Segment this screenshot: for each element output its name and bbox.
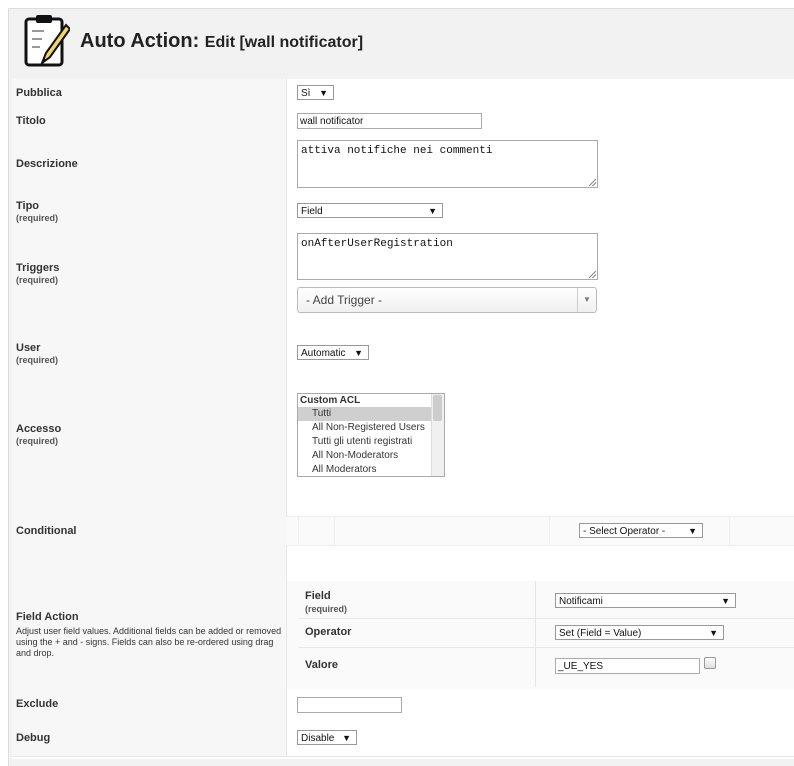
page-title: Auto Action: Edit [wall notificator] [80,30,363,53]
chevron-down-icon: ▼ [428,206,437,216]
debug-select[interactable]: Disable ▼ [297,730,357,745]
triggers-required: (required) [16,275,59,285]
column-divider [535,581,536,618]
list-item[interactable]: Tutti [298,407,444,421]
debug-value: Disable [301,733,335,744]
add-trigger-placeholder: - Add Trigger - [306,293,383,307]
operator-select[interactable]: - Select Operator - ▼ [579,523,703,538]
conditional-label: Conditional [16,525,77,537]
fa-row-field: Field (required) Notificami ▼ [299,581,794,619]
label-cell: Field Action Adjust user field values. A… [12,578,287,690]
title-main: Auto Action: [80,30,200,52]
row-exclude: Exclude [12,690,794,719]
listbox-group: Custom ACL [300,395,361,406]
list-item[interactable]: Tutti gli utenti registrati [298,435,444,449]
fa-field-select[interactable]: Notificami ▼ [555,593,736,608]
label-cell: Descrizione [12,135,287,193]
debug-label: Debug [16,732,51,744]
triggers-label: Triggers [16,262,60,274]
field-action-box: Field (required) Notificami ▼ Operator Se… [286,581,794,689]
conditional-cell [334,517,550,545]
conditional-cell [298,517,335,545]
listbox-scrollbar[interactable] [431,394,444,476]
scrollbar-thumb[interactable] [433,395,442,421]
chevron-down-icon: ▼ [721,596,730,606]
title-sub: Edit [wall notificator] [204,34,364,51]
label-cell: Accesso (required) [12,387,287,484]
field-action-description: Adjust user field values. Additional fie… [16,626,282,658]
pubblica-label: Pubblica [16,87,62,99]
chevron-down-icon: ▼ [577,288,596,312]
row-triggers: Triggers (required) onAfterUserRegistrat… [12,227,794,321]
fa-valore-label: Valore [305,659,339,671]
operator-placeholder: - Select Operator - [583,526,666,537]
clipboard-pencil-icon [24,15,70,67]
row-pubblica: Pubblica Sì ▼ [12,79,794,108]
chevron-down-icon: ▼ [688,526,697,536]
row-accesso: Accesso (required) Custom ACL Tutti All … [12,387,794,485]
tipo-value: Field [301,206,323,217]
list-item[interactable]: All Non-Registered Users [298,421,444,435]
row-titolo: Titolo wall notificator [12,107,794,136]
fa-field-required: (required) [305,604,348,614]
resize-grip-icon[interactable] [589,179,596,186]
user-select[interactable]: Automatic ▼ [297,345,369,360]
label-cell: Debug [12,718,287,756]
label-cell: User (required) [12,320,287,387]
add-trigger-select[interactable]: - Add Trigger - ▼ [297,287,597,313]
list-item[interactable]: All Moderators [298,463,444,476]
fa-field-value: Notificami [559,596,603,607]
label-cell: Triggers (required) [12,227,287,320]
user-required: (required) [16,355,59,365]
column-divider [535,618,536,647]
list-item[interactable]: All Non-Moderators [298,449,444,463]
exclude-label: Exclude [16,698,59,710]
conditional-cell [729,517,794,545]
descrizione-value: attiva notifiche nei commenti [301,145,493,157]
valore-checkbox[interactable] [704,657,716,669]
fa-field-label: Field [305,590,331,602]
pubblica-value: Sì [301,88,311,99]
fa-operator-select[interactable]: Set (Field = Value) ▼ [555,625,724,640]
fa-row-valore: Valore _UE_YES [299,647,794,687]
exclude-input[interactable] [297,697,402,713]
fa-operator-label: Operator [305,626,352,638]
accesso-label: Accesso [16,423,62,435]
tipo-label: Tipo [16,200,40,212]
triggers-value: onAfterUserRegistration [301,238,453,250]
titolo-input[interactable]: wall notificator [297,113,482,129]
chevron-down-icon: ▼ [709,628,718,638]
chevron-down-icon: ▼ [342,733,351,743]
page-header: Auto Action: Edit [wall notificator] [12,8,794,78]
user-label: User [16,342,41,354]
triggers-textarea[interactable]: onAfterUserRegistration [297,233,598,280]
tipo-select[interactable]: Field ▼ [297,203,443,218]
conditional-table: - Select Operator - ▼ [286,516,794,546]
chevron-down-icon: ▼ [319,88,328,98]
accesso-listbox[interactable]: Custom ACL Tutti All Non-Registered User… [297,393,445,477]
fa-valore-input[interactable]: _UE_YES [555,658,700,674]
label-cell: Exclude [12,690,287,718]
row-descrizione: Descrizione attiva notifiche nei comment… [12,135,794,194]
field-action-label: Field Action [16,611,79,623]
row-user: User (required) Automatic ▼ [12,320,794,388]
label-cell: Pubblica [12,79,287,107]
label-cell: Tipo (required) [12,193,287,227]
descrizione-textarea[interactable]: attiva notifiche nei commenti [297,140,598,188]
row-tipo: Tipo (required) Field ▼ [12,193,794,228]
resize-grip-icon[interactable] [589,271,596,278]
label-cell: Titolo [12,107,287,135]
fa-row-operator: Operator Set (Field = Value) ▼ [299,618,794,648]
chevron-down-icon: ▼ [354,348,363,358]
row-debug: Debug Disable ▼ [12,718,794,757]
pubblica-select[interactable]: Sì ▼ [297,85,334,100]
user-value: Automatic [301,348,346,359]
descrizione-label: Descrizione [16,158,78,170]
column-divider [535,647,536,687]
tipo-required: (required) [16,213,59,223]
titolo-label: Titolo [16,115,46,127]
accesso-required: (required) [16,436,59,446]
fa-operator-value: Set (Field = Value) [559,628,642,639]
label-cell: Conditional [12,484,287,578]
